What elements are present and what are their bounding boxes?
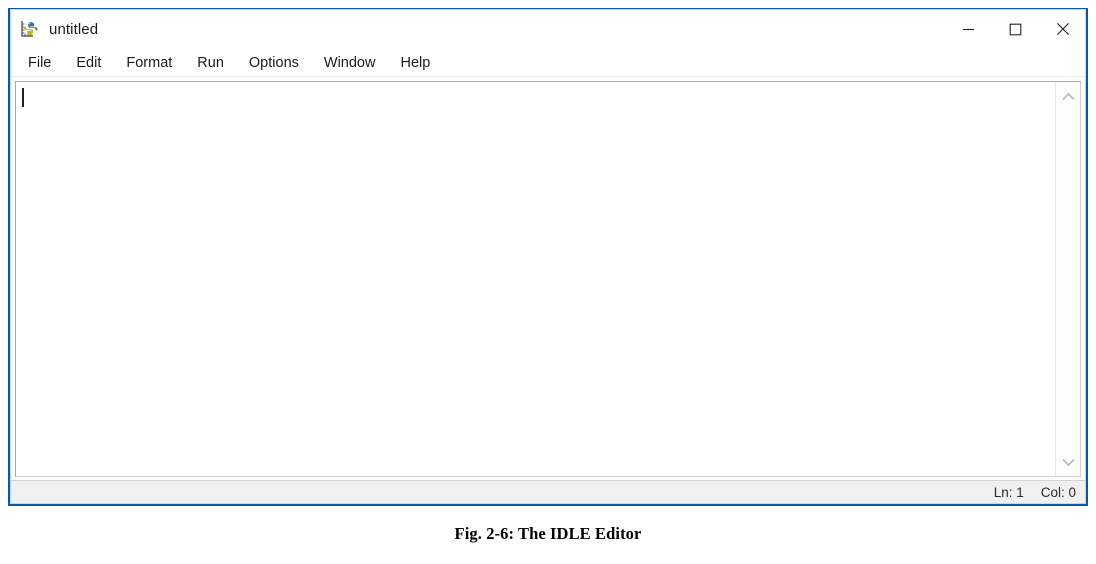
idle-editor-window: untitled File Edit Format Run Options Wi… — [8, 8, 1088, 506]
chevron-up-icon — [1062, 92, 1074, 100]
menu-item-help[interactable]: Help — [392, 50, 438, 76]
window-title: untitled — [49, 20, 99, 38]
title-bar[interactable]: untitled — [10, 9, 1086, 49]
vertical-scrollbar[interactable] — [1055, 82, 1080, 476]
close-icon — [1056, 22, 1069, 36]
menu-item-edit[interactable]: Edit — [68, 50, 109, 76]
idle-python-editor-icon — [21, 21, 38, 37]
editor-area — [15, 81, 1081, 477]
scroll-down-button[interactable] — [1056, 452, 1081, 472]
chevron-down-icon — [1062, 458, 1074, 466]
scroll-up-button[interactable] — [1056, 86, 1081, 106]
status-column-number: Col: 0 — [1040, 485, 1076, 500]
figure-caption: Fig. 2-6: The IDLE Editor — [454, 524, 642, 543]
minimize-button[interactable] — [945, 9, 992, 49]
status-bar: Ln: 1 Col: 0 — [10, 480, 1086, 504]
close-button[interactable] — [1039, 9, 1086, 49]
window-controls — [945, 9, 1086, 49]
menu-item-format[interactable]: Format — [118, 50, 180, 76]
menu-item-options[interactable]: Options — [241, 50, 307, 76]
maximize-button[interactable] — [992, 9, 1039, 49]
text-caret — [22, 88, 24, 107]
scrollbar-track[interactable] — [1056, 106, 1080, 452]
minimize-icon — [963, 28, 974, 30]
menu-item-file[interactable]: File — [20, 50, 59, 76]
maximize-icon — [1009, 23, 1022, 35]
menu-item-window[interactable]: Window — [316, 50, 384, 76]
code-text-input[interactable] — [16, 82, 1055, 476]
menu-item-run[interactable]: Run — [189, 50, 232, 76]
menu-bar: File Edit Format Run Options Window Help — [10, 49, 1086, 77]
status-line-number: Ln: 1 — [993, 485, 1024, 500]
